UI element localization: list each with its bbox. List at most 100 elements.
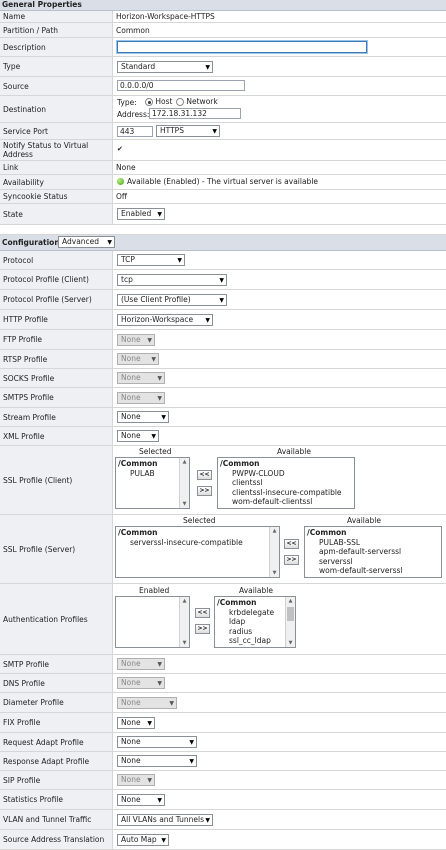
diameter-profile-select[interactable]: None ▼ [117,697,177,709]
row-socks: SOCKS Profile None ▼ [0,369,446,388]
ssl-client-move-right-button[interactable]: >> [197,486,212,496]
pp-client-label: Protocol Profile (Client) [0,270,113,289]
ftp-profile-select[interactable]: None ▼ [117,334,155,346]
stream-profile-select[interactable]: None ▼ [117,411,169,423]
chevron-down-icon: ▼ [147,720,152,727]
chevron-down-icon: ▼ [107,239,112,246]
xml-profile-select[interactable]: None ▼ [117,430,159,442]
smtp-profile-select[interactable]: None ▼ [117,658,165,670]
scrollbar[interactable]: ▲ ▼ [179,458,189,508]
auth-move-right-button[interactable]: >> [195,624,210,634]
service-port-input[interactable]: 443 [117,126,153,137]
chevron-down-icon: ▼ [147,777,152,784]
rtsp-profile-select[interactable]: None ▼ [117,353,159,365]
chevron-down-icon: ▼ [157,797,162,804]
link-label: Link [0,161,113,174]
pp-server-select[interactable]: (Use Client Profile) ▼ [117,294,227,306]
row-smtps: SMTPS Profile None ▼ [0,388,446,408]
chevron-down-icon: ▼ [157,211,162,218]
row-http: HTTP Profile Horizon-Workspace ▼ [0,310,446,330]
ssl-client-selected-list[interactable]: /Common PULAB ▲ ▼ [115,457,190,509]
http-profile-select[interactable]: Horizon-Workspace ▼ [117,314,213,326]
list-item[interactable]: clientssl [220,478,352,488]
auth-available-caption: Available [239,586,273,595]
pp-client-select[interactable]: tcp ▼ [117,274,227,286]
scrollbar[interactable]: ▲ ▼ [285,597,295,647]
list-item[interactable]: PULAB [118,469,187,479]
scrollbar[interactable]: ▲ ▼ [269,527,279,577]
host-radio[interactable]: Host [145,97,172,106]
list-item[interactable]: PWPW-CLOUD [220,469,352,479]
statistics-profile-select[interactable]: None ▼ [117,794,165,806]
protocol-label: Protocol [0,251,113,269]
auth-move-left-button[interactable]: << [195,608,210,618]
description-input[interactable] [117,41,367,53]
ssl-server-label: SSL Profile (Server) [0,515,113,583]
list-group-header: /Common [307,528,347,537]
chevron-down-icon: ▼ [169,700,174,707]
list-item[interactable]: ldap [217,617,293,627]
http-label: HTTP Profile [0,310,113,329]
row-fix: FIX Profile None ▼ [0,713,446,733]
auth-enabled-list[interactable]: ▲ ▼ [115,596,190,648]
ssl-client-move-left-button[interactable]: << [197,470,212,480]
source-input[interactable]: 0.0.0.0/0 [117,80,245,91]
destination-type-caption: Type: [117,98,137,107]
snat-label: Source Address Translation [0,830,113,849]
service-port-select[interactable]: HTTPS ▼ [156,125,220,137]
list-item[interactable]: serverssl [307,557,439,567]
chevron-down-icon: ▼ [157,661,162,668]
list-item[interactable]: serverssl-insecure-compatible [118,538,277,548]
ssl-server-move-left-button[interactable]: << [284,539,299,549]
row-sip: SIP Profile None ▼ [0,771,446,790]
list-item[interactable]: PULAB-SSL [307,538,439,548]
vlan-select[interactable]: All VLANs and Tunnels ▼ [117,814,213,826]
dns-profile-select[interactable]: None ▼ [117,677,165,689]
sip-profile-select[interactable]: None ▼ [117,774,155,786]
row-notify: Notify Status to Virtual Address ✔ [0,140,446,161]
destination-address-caption: Address: [117,110,150,119]
chevron-down-icon: ▼ [151,433,156,440]
notify-label: Notify Status to Virtual Address [0,140,113,160]
chevron-down-icon: ▼ [189,758,194,765]
ssl-server-selected-caption: Selected [183,516,216,525]
list-item[interactable]: wom-default-serverssl [307,566,439,576]
scrollbar[interactable]: ▲ ▼ [179,597,189,647]
rtsp-label: RTSP Profile [0,350,113,368]
chevron-down-icon: ▼ [157,375,162,382]
list-item[interactable]: wom-default-clientssl [220,497,352,507]
chevron-down-icon: ▼ [157,395,162,402]
request-adapt-label: Request Adapt Profile [0,733,113,751]
list-item[interactable]: krbdelegate [217,608,293,618]
list-item[interactable]: ssl_cc_ldap [217,636,293,646]
state-select[interactable]: Enabled ▼ [117,208,165,220]
destination-label: Destination [0,96,113,122]
list-item[interactable]: radius [217,627,293,637]
row-protocol: Protocol TCP ▼ [0,251,446,270]
socks-profile-select[interactable]: None ▼ [117,372,165,384]
ssl-server-move-right-button[interactable]: >> [284,555,299,565]
ssl-server-available-list[interactable]: /Common PULAB-SSL apm-default-serverssl … [304,526,442,578]
auth-available-list[interactable]: /Common krbdelegate ldap radius ssl_cc_l… [214,596,296,648]
list-group-header: /Common [217,598,257,607]
type-select[interactable]: Standard ▼ [117,61,213,73]
ssl-client-available-list[interactable]: /Common PWPW-CLOUD clientssl clientssl-i… [217,457,355,509]
network-radio[interactable]: Network [176,97,218,106]
xml-label: XML Profile [0,427,113,445]
chevron-down-icon: ▼ [147,337,152,344]
protocol-select[interactable]: TCP ▼ [117,254,185,266]
ssl-server-selected-list[interactable]: /Common serverssl-insecure-compatible ▲ ▼ [115,526,280,578]
snat-select[interactable]: Auto Map ▼ [117,834,169,846]
response-adapt-select[interactable]: None ▼ [117,755,197,767]
fix-profile-select[interactable]: None ▼ [117,717,155,729]
smtps-profile-select[interactable]: None ▼ [117,392,165,404]
request-adapt-select[interactable]: None ▼ [117,736,197,748]
chevron-down-icon: ▼ [219,277,224,284]
ssl-client-label: SSL Profile (Client) [0,446,113,514]
configuration-mode-select[interactable]: Advanced ▼ [58,236,115,248]
list-item[interactable]: clientssl-insecure-compatible [220,488,352,498]
list-item[interactable]: apm-default-serverssl [307,547,439,557]
notify-checkbox[interactable]: ✔ [117,146,124,153]
vlan-label: VLAN and Tunnel Traffic [0,810,113,829]
destination-address-input[interactable]: 172.18.31.132 [149,108,241,119]
